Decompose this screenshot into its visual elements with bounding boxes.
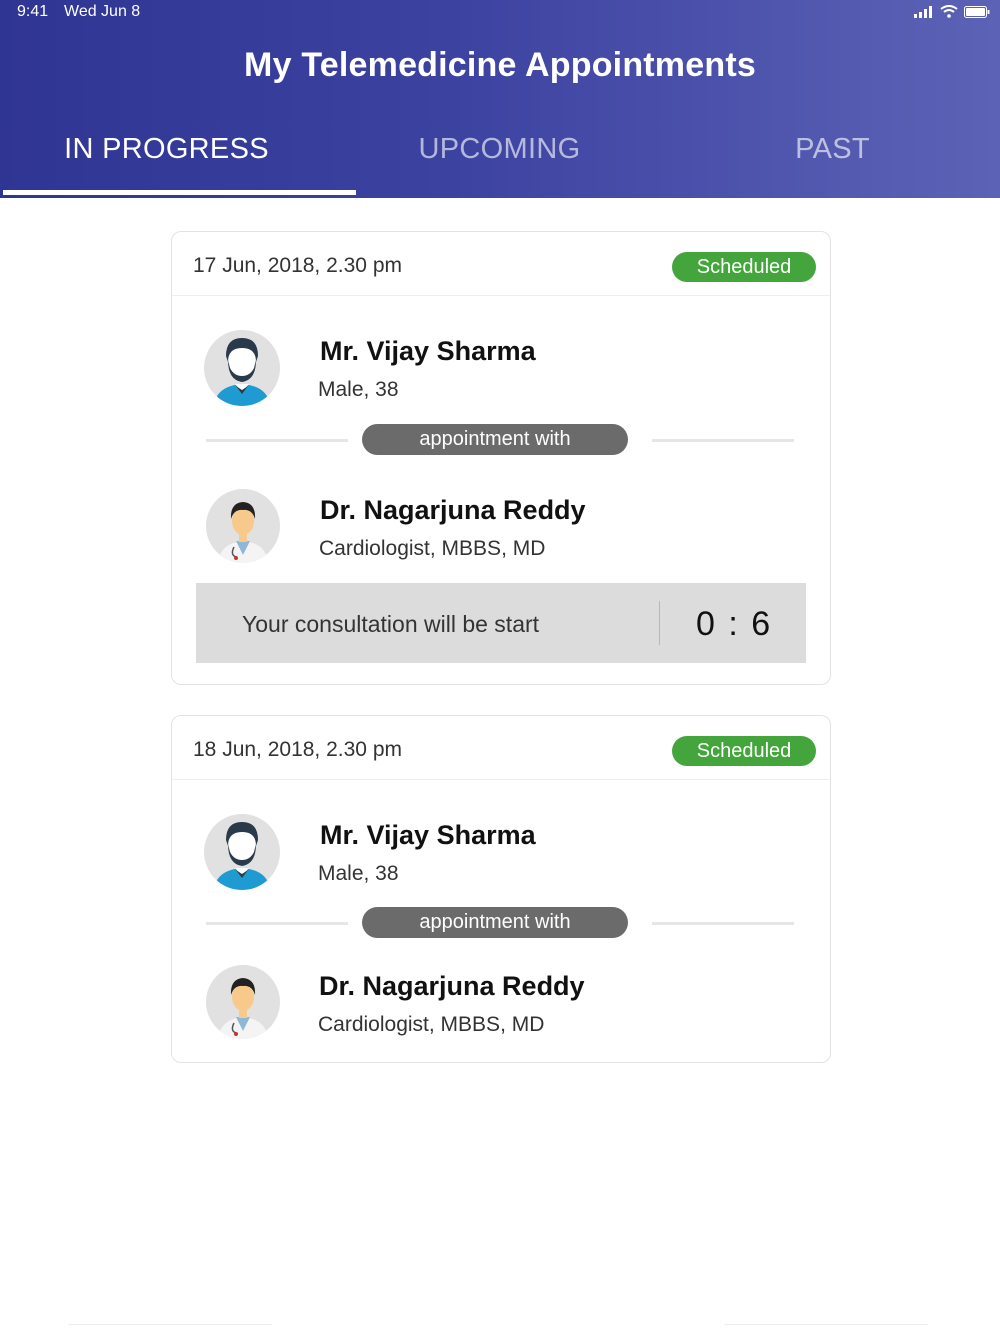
tab-past[interactable]: PAST — [666, 125, 999, 197]
app-header: 9:41 Wed Jun 8 My Telemedicine Appointme… — [0, 0, 1000, 198]
tab-upcoming[interactable]: UPCOMING — [333, 125, 666, 197]
tab-in-progress[interactable]: IN PROGRESS — [0, 125, 333, 197]
patient-details: Male, 38 — [318, 378, 399, 401]
status-date: Wed Jun 8 — [64, 3, 141, 20]
male-patient-icon — [214, 338, 270, 406]
doctor-details: Cardiologist, MBBS, MD — [318, 1013, 545, 1036]
consultation-message: Your consultation will be start — [242, 611, 540, 637]
status-badge: Scheduled — [672, 252, 816, 282]
appointment-with-pill: appointment with — [362, 424, 628, 455]
wifi-icon — [940, 5, 958, 18]
appointment-date: 18 Jun, 2018, 2.30 pm — [193, 738, 402, 761]
appointment-with-pill: appointment with — [362, 907, 628, 938]
active-tab-indicator — [3, 190, 356, 195]
patient-info: Mr. Vijay Sharma Male, 38 — [172, 330, 830, 410]
card-header: 18 Jun, 2018, 2.30 pm Scheduled — [172, 716, 830, 780]
appointment-connector: appointment with — [172, 907, 830, 939]
battery-icon — [964, 5, 990, 18]
status-time: 9:41 — [17, 3, 49, 20]
tab-bar: IN PROGRESS UPCOMING PAST — [0, 125, 1000, 197]
consultation-separator — [659, 601, 660, 645]
appointment-connector: appointment with — [172, 424, 830, 456]
doctor-info: Dr. Nagarjuna Reddy Cardiologist, MBBS, … — [172, 489, 830, 569]
patient-name: Mr. Vijay Sharma — [320, 336, 536, 366]
doctor-avatar — [206, 965, 280, 1039]
bottom-divider-left — [68, 1324, 272, 1325]
divider-left — [206, 922, 348, 925]
countdown-timer: 0 : 6 — [696, 605, 773, 643]
consultation-timer-bar: Your consultation will be start 0 : 6 — [196, 583, 806, 663]
appointment-date: 17 Jun, 2018, 2.30 pm — [193, 254, 402, 277]
status-bar: 9:41 Wed Jun 8 — [0, 0, 1000, 24]
male-patient-icon — [214, 822, 270, 890]
status-icons — [914, 5, 990, 18]
appointment-card[interactable]: 18 Jun, 2018, 2.30 pm Scheduled Mr. Vija… — [171, 715, 831, 1063]
signal-icon — [914, 5, 932, 18]
page-title: My Telemedicine Appointments — [244, 46, 756, 84]
patient-avatar — [204, 814, 280, 890]
patient-details: Male, 38 — [318, 862, 399, 885]
doctor-icon — [218, 978, 268, 1039]
doctor-info: Dr. Nagarjuna Reddy Cardiologist, MBBS, … — [172, 965, 830, 1045]
patient-name: Mr. Vijay Sharma — [320, 820, 536, 850]
card-header: 17 Jun, 2018, 2.30 pm Scheduled — [172, 232, 830, 296]
divider-right — [652, 439, 794, 442]
doctor-name: Dr. Nagarjuna Reddy — [320, 495, 586, 525]
doctor-avatar — [206, 489, 280, 563]
appointment-card[interactable]: 17 Jun, 2018, 2.30 pm Scheduled Mr. Vija… — [171, 231, 831, 685]
divider-left — [206, 439, 348, 442]
patient-info: Mr. Vijay Sharma Male, 38 — [172, 814, 830, 894]
bottom-divider-right — [724, 1324, 928, 1325]
divider-right — [652, 922, 794, 925]
doctor-details: Cardiologist, MBBS, MD — [319, 537, 546, 560]
status-badge: Scheduled — [672, 736, 816, 766]
doctor-name: Dr. Nagarjuna Reddy — [319, 971, 585, 1001]
doctor-icon — [218, 502, 268, 563]
patient-avatar — [204, 330, 280, 406]
